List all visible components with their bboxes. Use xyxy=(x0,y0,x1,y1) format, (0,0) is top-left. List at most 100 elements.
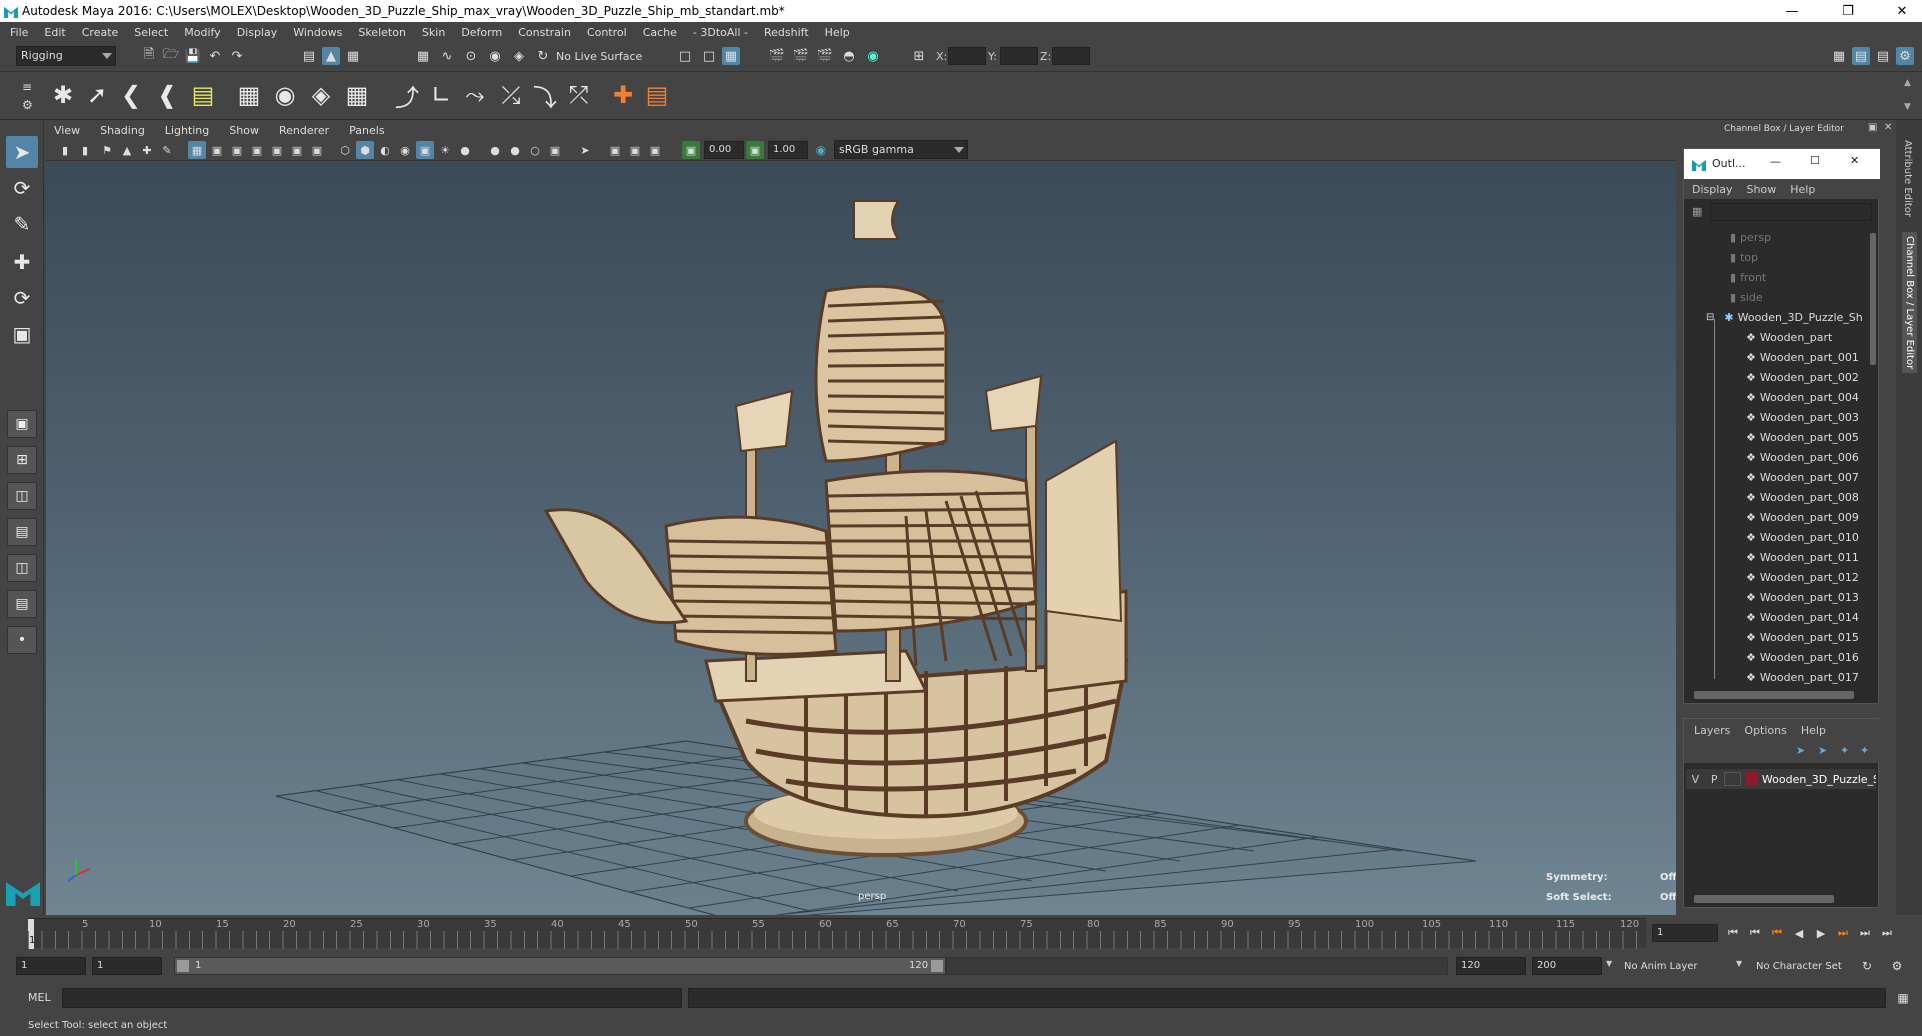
outliner-item-15[interactable]: ❖ Wooden_part_015 xyxy=(1684,627,1864,647)
motion-blur-icon[interactable]: ● xyxy=(486,141,504,159)
use-all-lights-icon[interactable]: ▣ xyxy=(416,141,434,159)
menu-help[interactable]: Help xyxy=(825,26,850,39)
layer-menu-options[interactable]: Options xyxy=(1744,724,1786,737)
outliner-item-14[interactable]: ❖ Wooden_part_014 xyxy=(1684,607,1864,627)
new-scene-icon[interactable]: 🗎 xyxy=(140,47,158,65)
vp-menu-shading[interactable]: Shading xyxy=(100,124,145,137)
play-backward-icon[interactable]: ◀ xyxy=(1790,924,1808,942)
outliner-item-1[interactable]: ❖ Wooden_part_001 xyxy=(1684,347,1864,367)
outliner-camera-persp[interactable]: ▮ persp xyxy=(1684,227,1864,247)
menu-select[interactable]: Select xyxy=(134,26,168,39)
image-plane-icon[interactable]: ▲ xyxy=(118,141,136,159)
vp-menu-show[interactable]: Show xyxy=(229,124,259,137)
outliner-item-6[interactable]: ❖ Wooden_part_006 xyxy=(1684,447,1864,467)
menu-constrain[interactable]: Constrain xyxy=(518,26,571,39)
playback-start-input[interactable]: 1 xyxy=(92,957,162,975)
outliner-item-0[interactable]: ❖ Wooden_part xyxy=(1684,327,1864,347)
shelf-scroll-down-icon[interactable]: ▼ xyxy=(1904,102,1911,112)
wireframe-icon[interactable]: ⬡ xyxy=(336,141,354,159)
undo-icon[interactable]: ↶ xyxy=(206,47,224,65)
hypershade-layout-icon[interactable]: ▤ xyxy=(7,590,37,618)
bind-skin-icon[interactable]: ▦ xyxy=(232,78,266,112)
rotate-tool-icon[interactable]: ⟳ xyxy=(6,282,38,314)
minimize-button[interactable]: — xyxy=(1770,0,1814,22)
outliner-hscrollbar[interactable] xyxy=(1694,691,1854,699)
film-gate-icon[interactable]: ▣ xyxy=(208,141,226,159)
restore-button[interactable]: ❐ xyxy=(1826,0,1870,22)
xray-icon[interactable]: ▣ xyxy=(546,141,564,159)
hypershade-icon[interactable]: ◓ xyxy=(840,47,858,65)
ik-spline-icon[interactable]: ❮ xyxy=(114,78,148,112)
go-to-end-icon[interactable]: ⏭ xyxy=(1878,924,1896,942)
range-handle-right[interactable] xyxy=(931,960,943,972)
animation-end-input[interactable]: 200 xyxy=(1532,957,1602,975)
menu-redshift[interactable]: Redshift xyxy=(764,26,809,39)
gamma-icon[interactable]: ▣ xyxy=(746,141,764,159)
menu-display[interactable]: Display xyxy=(237,26,278,39)
tab-channel-box[interactable]: Channel Box / Layer Editor xyxy=(1902,232,1917,374)
custom-layout-icon[interactable]: • xyxy=(7,626,37,654)
current-frame-input[interactable]: 1 xyxy=(1652,924,1718,942)
outliner-filter-icon[interactable]: ▦ xyxy=(1692,205,1702,218)
safe-title-icon[interactable]: ▣ xyxy=(308,141,326,159)
outliner-item-7[interactable]: ❖ Wooden_part_007 xyxy=(1684,467,1864,487)
outliner-item-2[interactable]: ❖ Wooden_part_002 xyxy=(1684,367,1864,387)
move-layer-up-icon[interactable]: ➤ xyxy=(1796,744,1805,757)
lattice-icon[interactable]: ◈ xyxy=(304,78,338,112)
colorspace-selector[interactable]: sRGB gamma xyxy=(834,140,968,159)
render-frame-icon[interactable]: 🎬 xyxy=(768,47,786,65)
step-back-frame-icon[interactable]: ⏮ xyxy=(1768,924,1786,942)
outliner-item-16[interactable]: ❖ Wooden_part_016 xyxy=(1684,647,1864,667)
snap-view-icon[interactable]: ◉ xyxy=(486,47,504,65)
perspective-viewport[interactable]: persp Symmetry: Off Soft Select: Off xyxy=(46,161,1676,915)
time-slider[interactable]: 1 5 10 15 20 25 30 35 40 45 50 55 60 65 … xyxy=(28,918,1646,949)
grid-toggle-icon[interactable]: ▦ xyxy=(188,141,206,159)
outliner-item-5[interactable]: ❖ Wooden_part_005 xyxy=(1684,427,1864,447)
backface-icon[interactable]: ▣ xyxy=(646,141,664,159)
menu-deform[interactable]: Deform xyxy=(461,26,502,39)
outliner-item-9[interactable]: ❖ Wooden_part_009 xyxy=(1684,507,1864,527)
gate-mask-icon[interactable]: ▣ xyxy=(248,141,266,159)
outliner-item-17[interactable]: ❖ Wooden_part_017 xyxy=(1684,667,1864,687)
parent-constraint-icon[interactable]: ⤴ xyxy=(390,78,424,112)
auto-key-icon[interactable]: ↻ xyxy=(1858,957,1876,975)
menu-edit[interactable]: Edit xyxy=(44,26,65,39)
snap-surface-icon[interactable]: ◈ xyxy=(510,47,528,65)
shadows-icon[interactable]: ☀ xyxy=(436,141,454,159)
vp-menu-lighting[interactable]: Lighting xyxy=(165,124,209,137)
menu-modify[interactable]: Modify xyxy=(184,26,220,39)
layer-row[interactable]: V P Wooden_3D_Puzzle_Sl xyxy=(1686,769,1876,789)
live-surface-label[interactable]: No Live Surface xyxy=(556,50,642,63)
orient-constraint-icon[interactable]: ⤳ xyxy=(458,78,492,112)
output-history-icon[interactable]: □ xyxy=(700,47,718,65)
textured-icon[interactable]: ◉ xyxy=(396,141,414,159)
redo-icon[interactable]: ↷ xyxy=(228,47,246,65)
ik-handle-icon[interactable]: ➚ xyxy=(80,78,114,112)
select-tool-icon[interactable]: ➤ xyxy=(6,136,38,168)
isolate-select-icon[interactable]: ➤ xyxy=(576,141,594,159)
snap-live-icon[interactable]: ↻ xyxy=(534,47,552,65)
mirror-joint-icon[interactable]: ▤ xyxy=(186,78,220,112)
move-tool-icon[interactable]: ✚ xyxy=(6,246,38,278)
snap-point-icon[interactable]: ⊙ xyxy=(462,47,480,65)
single-view-layout-icon[interactable]: ▣ xyxy=(7,410,37,438)
outliner-minimize-button[interactable]: — xyxy=(1770,155,1781,168)
panel-close-icon[interactable]: ✕ xyxy=(1884,122,1892,133)
new-layer-selected-icon[interactable]: ✦ xyxy=(1860,744,1869,757)
depth-of-field-icon[interactable]: ○ xyxy=(526,141,544,159)
exposure-input[interactable]: 0.00 xyxy=(704,141,744,159)
layer-color-swatch[interactable] xyxy=(1744,772,1758,786)
menu-3dtoall[interactable]: - 3DtoAll - xyxy=(693,26,748,39)
render-view-icon[interactable]: ◉ xyxy=(864,47,882,65)
xray-active-icon[interactable]: ▣ xyxy=(626,141,644,159)
maya-home-icon[interactable] xyxy=(6,882,40,906)
save-scene-icon[interactable]: 💾 xyxy=(184,47,202,65)
cluster-icon[interactable]: ▦ xyxy=(340,78,374,112)
x-input[interactable] xyxy=(948,47,986,65)
render-ipr-icon[interactable]: 🎬 xyxy=(792,47,810,65)
menu-windows[interactable]: Windows xyxy=(293,26,342,39)
camera-attr-icon[interactable]: ▮ xyxy=(76,141,94,159)
outliner-camera-side[interactable]: ▮ side xyxy=(1684,287,1864,307)
preferences-icon[interactable]: ⚙ xyxy=(1888,957,1906,975)
smooth-bind-icon[interactable]: ◉ xyxy=(268,78,302,112)
